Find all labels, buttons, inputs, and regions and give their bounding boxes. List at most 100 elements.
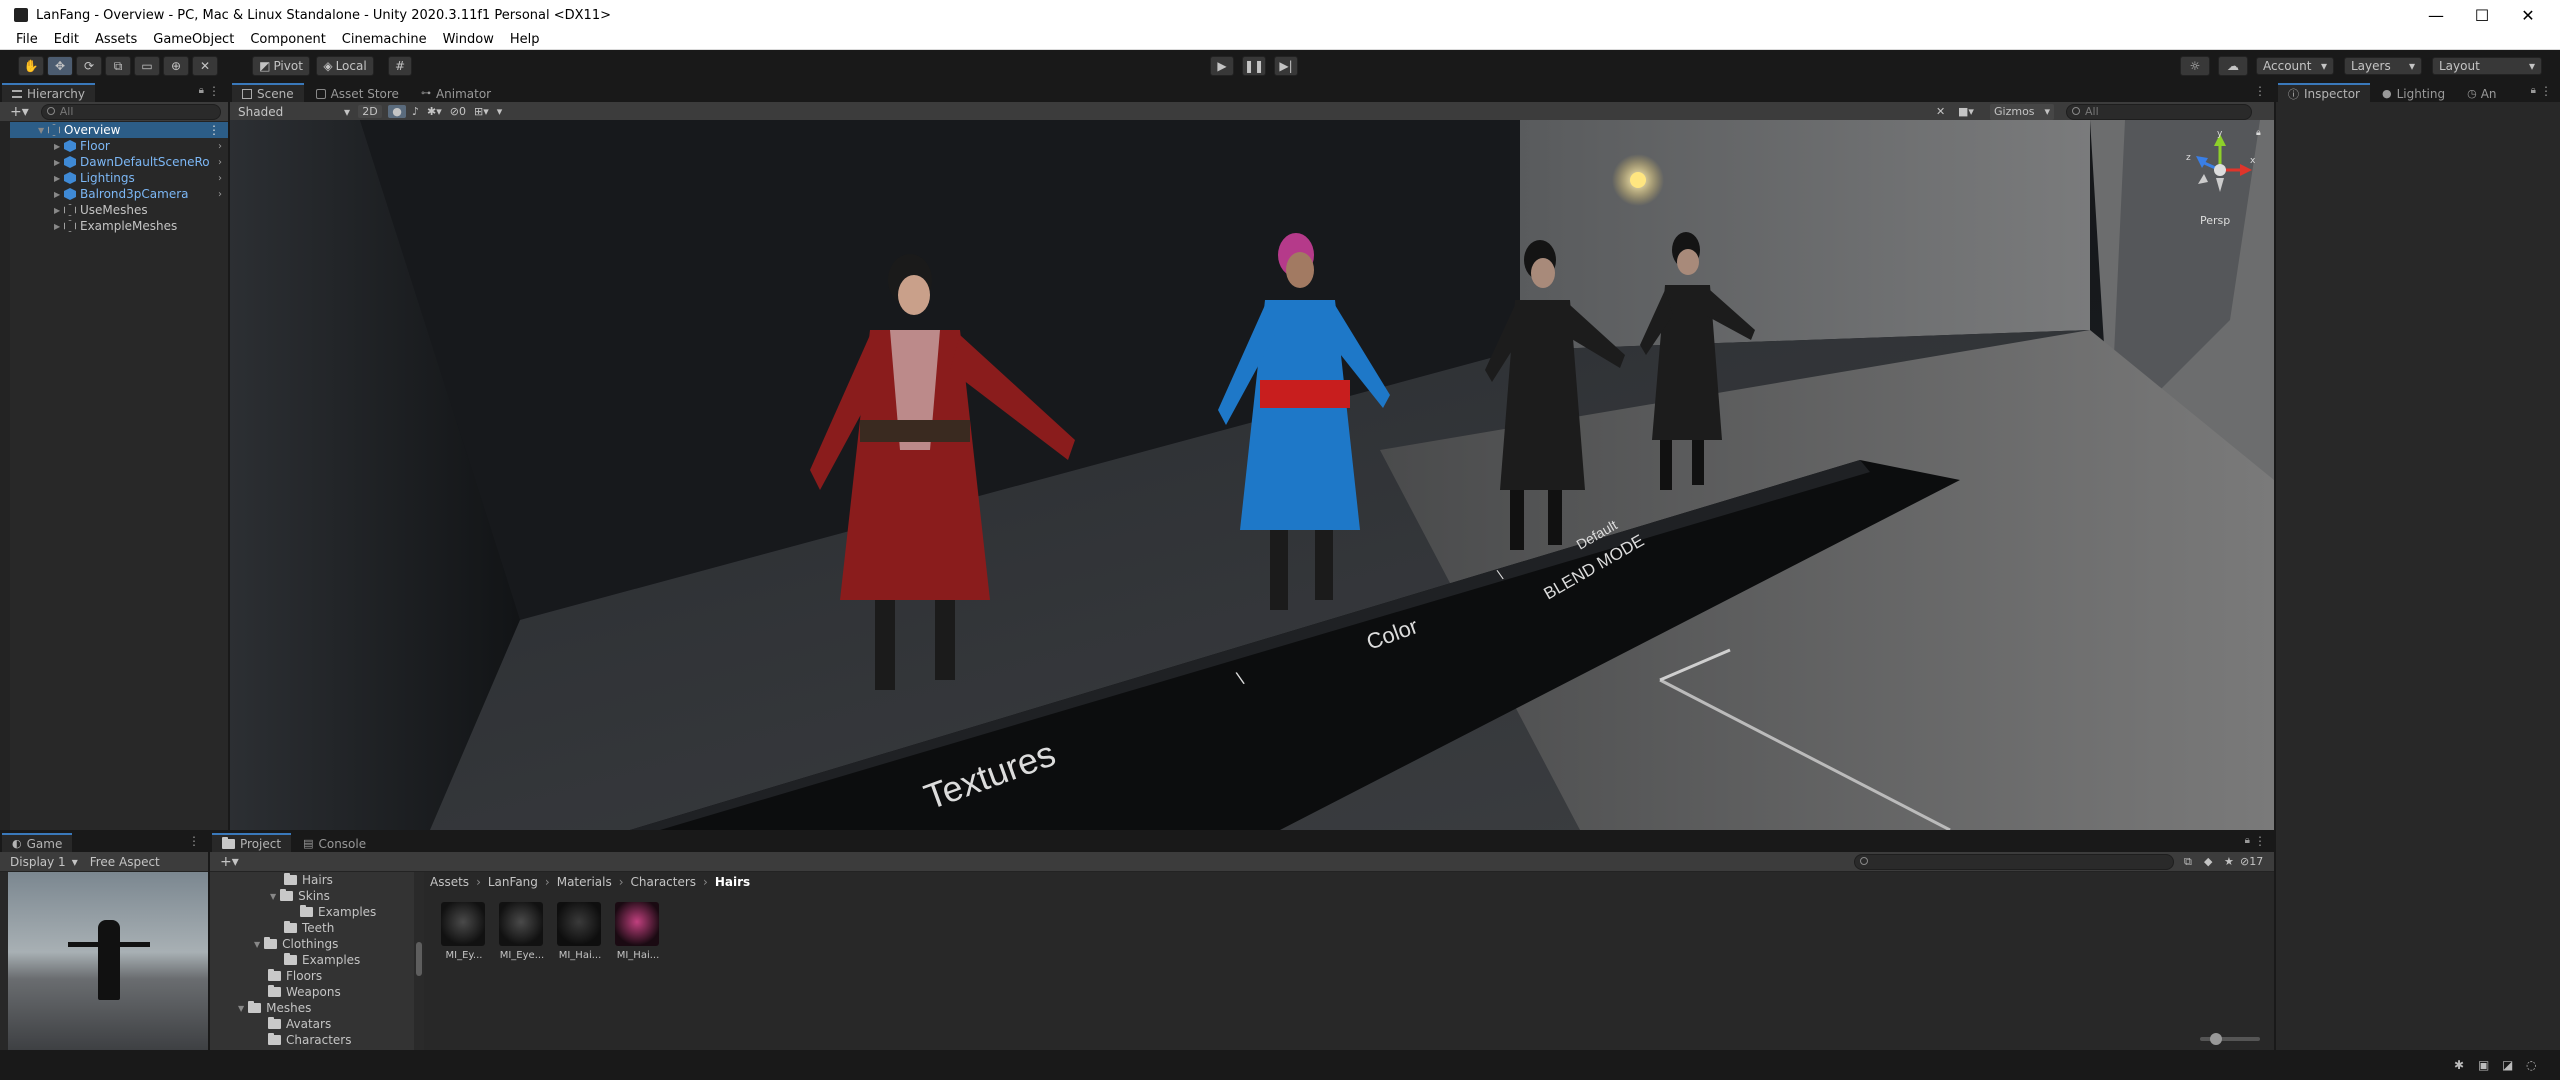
play-button[interactable]: ▶ <box>1210 56 1234 76</box>
progress-icon[interactable]: ◌ <box>2526 1058 2536 1072</box>
expand-arrow-icon[interactable]: ▶ <box>54 206 64 215</box>
menu-assets[interactable]: Assets <box>87 32 145 47</box>
menu-edit[interactable]: Edit <box>46 32 87 47</box>
tree-scrollbar[interactable] <box>414 872 424 1050</box>
menu-help[interactable]: Help <box>502 32 548 47</box>
scene-search-input[interactable]: All <box>2066 103 2252 120</box>
expand-arrow-icon[interactable]: ▼ <box>38 126 48 135</box>
tab-asset-store[interactable]: Asset Store <box>305 83 409 102</box>
collab-button[interactable]: ☼ <box>2180 56 2210 76</box>
tree-folder-clothings[interactable]: ▼ Clothings <box>254 936 338 952</box>
pivot-toggle[interactable]: ◩ Pivot <box>252 56 310 76</box>
hierarchy-search-input[interactable]: All <box>40 103 221 120</box>
tree-scrollbar-thumb[interactable] <box>416 942 422 976</box>
menu-window[interactable]: Window <box>435 32 502 47</box>
hierarchy-item-lightings[interactable]: ▶ Lightings › <box>10 170 228 186</box>
scale-tool-button[interactable]: ⧉ <box>105 56 131 76</box>
menu-gameobject[interactable]: GameObject <box>145 32 242 47</box>
account-dropdown[interactable]: Account ▾ <box>2256 57 2334 75</box>
tab-lighting[interactable]: ● Lighting <box>2371 83 2456 102</box>
move-tool-button[interactable]: ✥ <box>47 56 73 76</box>
local-toggle[interactable]: ◈ Local <box>316 56 374 76</box>
tree-folder-examples[interactable]: Examples <box>300 904 376 920</box>
tree-folder-meshes[interactable]: ▼ Meshes <box>238 1000 311 1016</box>
expand-arrow-icon[interactable]: ▶ <box>54 158 64 167</box>
more-menu-icon[interactable]: ⋮ <box>188 834 200 848</box>
tools-icon[interactable]: ✕ <box>1936 105 1945 118</box>
more-menu-icon[interactable]: ⋮ <box>2540 84 2552 98</box>
tree-folder-hairs[interactable]: Hairs <box>284 872 333 888</box>
orientation-gizmo[interactable]: y x z <box>2180 129 2260 210</box>
scene-viewport[interactable]: Textures Color BLEND MODE Default \ \ y … <box>230 120 2274 830</box>
more-dropdown-icon[interactable]: ▾ <box>497 105 503 118</box>
camera-dropdown-icon[interactable]: ■▾ <box>1958 105 1974 118</box>
expand-arrow-icon[interactable]: ▶ <box>54 222 64 231</box>
close-button[interactable]: ✕ <box>2500 0 2556 30</box>
hidden-objects-toggle[interactable]: ⊘0 <box>450 105 466 118</box>
display-dropdown[interactable]: Display 1 ▾ <box>10 855 78 869</box>
tree-folder-teeth[interactable]: Teeth <box>284 920 334 936</box>
transform-tool-button[interactable]: ⊕ <box>163 56 189 76</box>
tab-inspector[interactable]: ⓘ Inspector <box>2278 83 2370 102</box>
tree-folder-skins[interactable]: ▼ Skins <box>270 888 330 904</box>
asset-item[interactable]: MI_Hai... <box>615 902 661 961</box>
thumbnail-size-slider[interactable] <box>2200 1033 2260 1045</box>
shading-mode-dropdown[interactable]: Shaded ▾ <box>234 104 354 120</box>
lock-icon[interactable]: 🔒︎ <box>2531 85 2536 96</box>
menu-component[interactable]: Component <box>242 32 333 47</box>
gizmos-dropdown[interactable]: Gizmos ▾ <box>1990 103 2054 120</box>
hierarchy-item-examplemeshes[interactable]: ▶ ExampleMeshes <box>10 218 228 234</box>
expand-arrow-icon[interactable]: ▶ <box>54 190 64 199</box>
expand-arrow-icon[interactable]: ▼ <box>270 892 276 901</box>
hierarchy-item-floor[interactable]: ▶ Floor › <box>10 138 228 154</box>
tree-folder-weapons[interactable]: Weapons <box>268 984 341 1000</box>
create-button[interactable]: +▾ <box>10 104 29 120</box>
tab-scene[interactable]: Scene <box>232 83 304 102</box>
menu-cinemachine[interactable]: Cinemachine <box>334 32 435 47</box>
breadcrumb-item[interactable]: Assets <box>430 875 469 889</box>
tab-hierarchy[interactable]: Hierarchy <box>2 83 96 102</box>
tab-console[interactable]: ▤ Console <box>293 833 377 852</box>
expand-arrow-icon[interactable]: ▶ <box>54 174 64 183</box>
tab-animation[interactable]: ◷ An <box>2457 83 2507 102</box>
rect-tool-button[interactable]: ▭ <box>134 56 160 76</box>
more-menu-icon[interactable]: ⋮ <box>2254 84 2266 98</box>
asset-item[interactable]: MI_Hai... <box>557 902 603 961</box>
more-menu-icon[interactable]: ⋮ <box>208 123 220 137</box>
debug-icon[interactable]: ✱ <box>2454 1058 2464 1072</box>
breadcrumb-item-current[interactable]: Hairs <box>715 875 750 889</box>
step-button[interactable]: ▶| <box>1274 56 1298 76</box>
hidden-packages-toggle[interactable]: ⊘17 <box>2240 855 2263 868</box>
more-menu-icon[interactable]: ⋮ <box>2254 834 2266 848</box>
asset-item[interactable]: MI_Eye... <box>499 902 545 961</box>
breadcrumb-item[interactable]: Characters <box>631 875 697 889</box>
tab-project[interactable]: Project <box>212 833 292 852</box>
effects-dropdown-icon[interactable]: ✱▾ <box>427 105 442 118</box>
2d-toggle[interactable]: 2D <box>358 105 382 118</box>
custom-tool-button[interactable]: ✕ <box>192 56 218 76</box>
aspect-dropdown[interactable]: Free Aspect <box>90 855 160 869</box>
create-button[interactable]: +▾ <box>220 854 239 870</box>
breadcrumb-item[interactable]: LanFang <box>488 875 538 889</box>
layout-dropdown[interactable]: Layout ▾ <box>2432 57 2542 75</box>
lock-icon[interactable]: 🔒︎ <box>199 85 204 96</box>
cache-icon[interactable]: ▣ <box>2478 1058 2489 1072</box>
tab-game[interactable]: ◐ Game <box>2 833 73 852</box>
project-search-input[interactable] <box>1854 853 2174 870</box>
expand-arrow-icon[interactable]: ▼ <box>254 940 260 949</box>
game-preview[interactable] <box>8 872 208 1050</box>
hand-tool-button[interactable]: ✋ <box>18 56 44 76</box>
layers-dropdown[interactable]: Layers ▾ <box>2344 57 2422 75</box>
expand-arrow-icon[interactable]: ▼ <box>238 1004 244 1013</box>
rotate-tool-button[interactable]: ⟳ <box>76 56 102 76</box>
tree-folder-floors[interactable]: Floors <box>268 968 322 984</box>
cloud-button[interactable]: ☁ <box>2218 56 2248 76</box>
filter-label-icon[interactable]: ◆ <box>2204 855 2212 868</box>
pause-button[interactable]: ❚❚ <box>1242 56 1266 76</box>
audio-toggle-icon[interactable]: ♪ <box>412 105 419 118</box>
slider-thumb[interactable] <box>2210 1033 2222 1045</box>
lighting-toggle-icon[interactable]: ● <box>388 105 406 118</box>
breadcrumb-item[interactable]: Materials <box>557 875 612 889</box>
tree-folder-characters[interactable]: Characters <box>268 1032 352 1048</box>
more-menu-icon[interactable]: ⋮ <box>208 84 220 98</box>
